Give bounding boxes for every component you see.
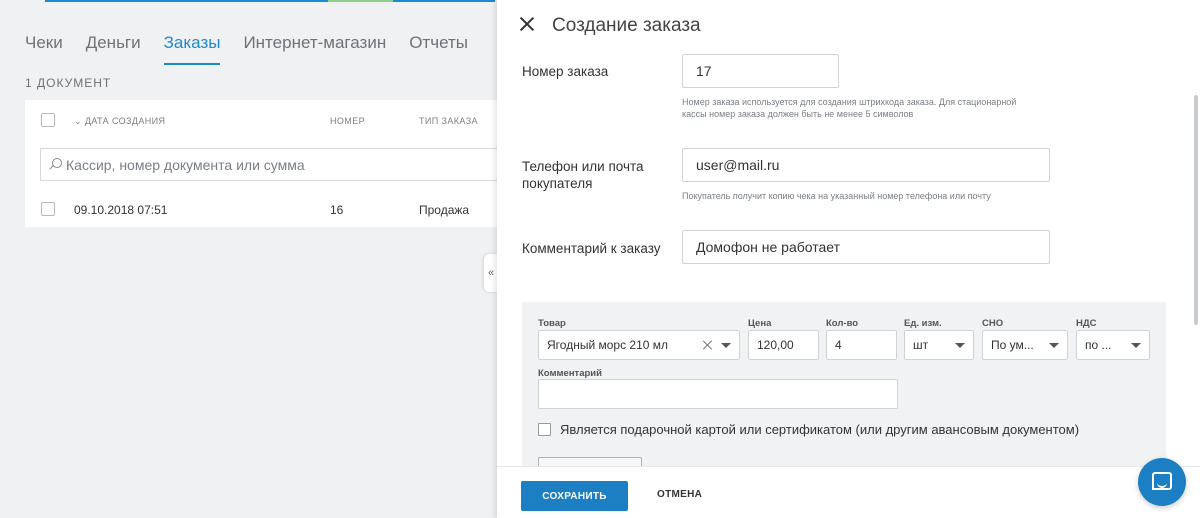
gift-card-option[interactable]: Является подарочной картой или сертифика… bbox=[538, 422, 1079, 437]
unit-label: Ед. изм. bbox=[904, 318, 942, 329]
save-button[interactable]: СОХРАНИТЬ bbox=[521, 481, 628, 511]
clear-icon[interactable] bbox=[703, 340, 713, 350]
select-all-checkbox[interactable] bbox=[41, 113, 55, 127]
scrollbar[interactable] bbox=[1194, 95, 1198, 325]
qty-input[interactable]: 4 bbox=[826, 330, 897, 360]
nav-item-online-store[interactable]: Интернет-магазин bbox=[243, 33, 386, 65]
chevron-down-icon bbox=[955, 343, 965, 348]
column-header-type[interactable]: ТИП ЗАКАЗА bbox=[419, 116, 478, 126]
nav-item-reports[interactable]: Отчеты bbox=[409, 33, 468, 65]
drawer-title: Создание заказа bbox=[552, 15, 701, 36]
sno-select[interactable]: По ум... bbox=[982, 330, 1068, 360]
row-checkbox[interactable] bbox=[41, 202, 55, 216]
main-nav: Чеки Деньги Заказы Интернет-магазин Отче… bbox=[25, 33, 491, 65]
chat-button[interactable] bbox=[1138, 458, 1186, 506]
drawer-footer: СОХРАНИТЬ ОТМЕНА bbox=[497, 466, 1200, 518]
qty-label: Кол-во bbox=[826, 318, 859, 329]
search-icon bbox=[49, 158, 62, 171]
chat-icon bbox=[1152, 472, 1172, 490]
unit-select[interactable]: шт bbox=[904, 330, 974, 360]
order-number-input[interactable] bbox=[682, 54, 839, 88]
order-number-label: Номер заказа bbox=[522, 64, 609, 79]
close-icon[interactable] bbox=[519, 16, 535, 32]
nav-item-receipts[interactable]: Чеки bbox=[25, 33, 63, 65]
product-label: Товар bbox=[538, 318, 566, 329]
row-date: 09.10.2018 07:51 bbox=[74, 203, 168, 217]
documents-table: ⌄ ДАТА СОЗДАНИЯ НОМЕР ТИП ЗАКАЗА 09.10.2… bbox=[25, 100, 510, 227]
column-header-number[interactable]: НОМЕР bbox=[330, 116, 365, 126]
product-select[interactable]: Ягодный морс 210 мл bbox=[538, 330, 740, 360]
order-comment-label: Комментарий к заказу bbox=[522, 241, 661, 256]
contact-input[interactable] bbox=[682, 148, 1050, 182]
nav-item-money[interactable]: Деньги bbox=[86, 33, 141, 65]
chevron-down-icon bbox=[1049, 343, 1059, 348]
vat-label: НДС bbox=[1076, 318, 1097, 329]
contact-hint: Покупатель получит копию чека на указанн… bbox=[682, 191, 991, 201]
create-order-drawer: Создание заказа Номер заказа Номер заказ… bbox=[497, 0, 1200, 518]
contact-label: Телефон или почта покупателя bbox=[522, 159, 644, 191]
order-number-hint: Номер заказа используется для создания ш… bbox=[682, 97, 1017, 119]
sno-label: СНО bbox=[982, 318, 1004, 329]
nav-item-orders[interactable]: Заказы bbox=[163, 33, 221, 65]
document-search bbox=[40, 148, 510, 181]
column-header-date[interactable]: ⌄ ДАТА СОЗДАНИЯ bbox=[74, 116, 165, 127]
collapse-drawer-tab[interactable]: « bbox=[484, 254, 498, 292]
document-count: 1 ДОКУМЕНТ bbox=[25, 76, 112, 90]
price-label: Цена bbox=[748, 318, 772, 329]
row-number: 16 bbox=[330, 203, 344, 217]
sort-chevron-icon: ⌄ bbox=[74, 116, 85, 126]
gift-card-checkbox[interactable] bbox=[538, 423, 551, 436]
item-comment-input[interactable] bbox=[538, 379, 898, 409]
order-comment-input[interactable] bbox=[682, 230, 1050, 264]
cancel-button[interactable]: ОТМЕНА bbox=[657, 489, 702, 500]
chevron-down-icon bbox=[1131, 343, 1141, 348]
row-type: Продажа bbox=[419, 203, 470, 217]
price-input[interactable]: 120,00 bbox=[748, 330, 819, 360]
search-input[interactable] bbox=[66, 156, 486, 173]
top-progress-line bbox=[45, 0, 495, 2]
chevron-down-icon bbox=[721, 343, 731, 348]
item-comment-label: Комментарий bbox=[538, 368, 602, 379]
vat-select[interactable]: по ... bbox=[1076, 330, 1150, 360]
drawer-header: Создание заказа bbox=[497, 0, 1200, 52]
